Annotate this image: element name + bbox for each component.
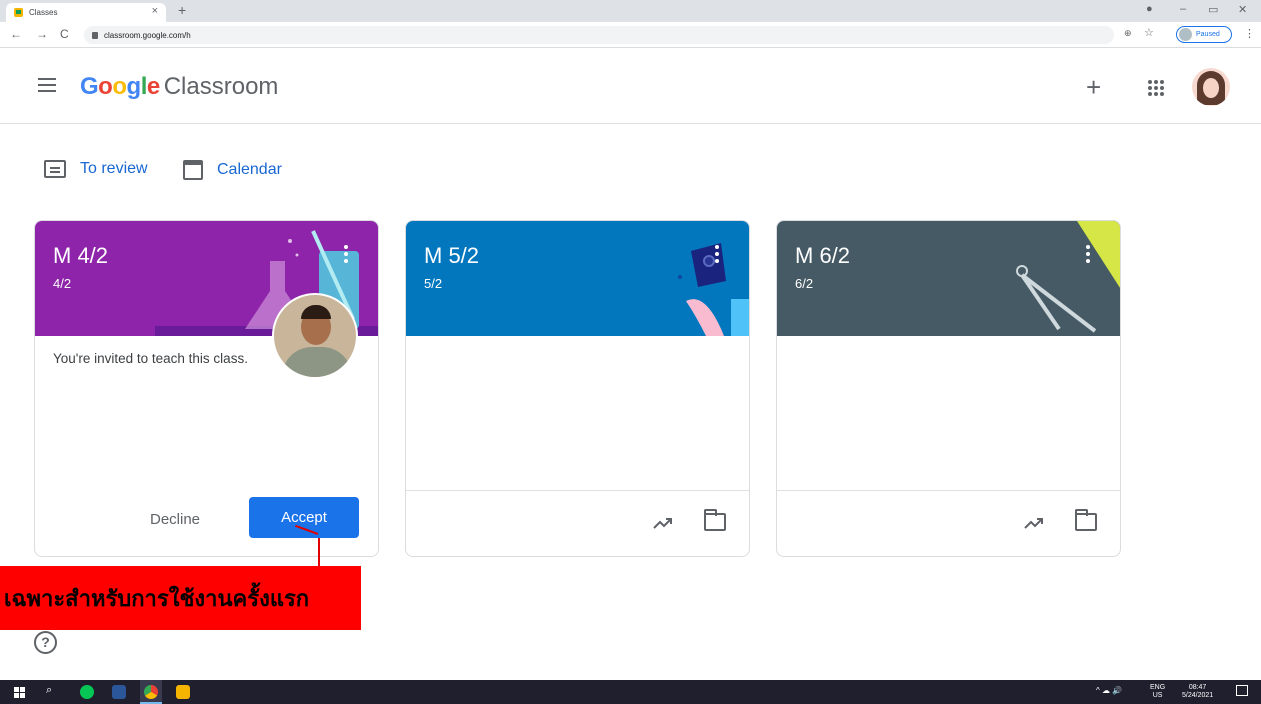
windows-start-icon[interactable]: [14, 687, 25, 698]
logo-letter: g: [126, 73, 142, 100]
new-tab-icon[interactable]: +: [178, 2, 186, 18]
class-card-m4-2: M 4/2 4/2 You're invited to teach this c…: [34, 220, 379, 557]
clock-time: 08:47: [1188, 684, 1207, 691]
classroom-favicon-icon: [14, 8, 23, 17]
system-tray-icons[interactable]: ^ ☁ 🔊: [1096, 687, 1122, 695]
windows-taskbar: ⌕ ^ ☁ 🔊 ENG US 08:47 5/24/2021: [0, 680, 1261, 704]
language-code: ENG: [1150, 684, 1166, 691]
url-text: classroom.google.com/h: [104, 30, 191, 40]
class-section: 5/2: [424, 276, 443, 291]
line-app-icon[interactable]: [80, 685, 94, 699]
hamburger-menu-icon[interactable]: [38, 78, 56, 92]
tab-close-icon[interactable]: ×: [152, 5, 158, 17]
browser-toolbar: ← → C classroom.google.com/h ⊕ ☆ Paused …: [0, 22, 1261, 48]
record-icon[interactable]: ●: [1146, 3, 1153, 15]
class-card-footer: [777, 490, 1120, 556]
profile-button[interactable]: Paused: [1176, 26, 1232, 43]
class-card-banner[interactable]: M 6/2 6/2: [777, 221, 1120, 336]
calendar-label: Calendar: [217, 161, 282, 178]
search-icon[interactable]: ⌕: [46, 684, 52, 697]
minimize-button[interactable]: –: [1180, 3, 1186, 15]
teacher-avatar: [272, 293, 358, 379]
trending-up-icon[interactable]: [1022, 511, 1046, 535]
browser-tab-bar: Classes × + ● – ▭ ✕: [0, 0, 1261, 22]
more-options-icon[interactable]: [715, 245, 719, 266]
class-card-footer: [406, 490, 749, 556]
keyboard-layout: US: [1152, 692, 1163, 699]
accept-button[interactable]: Accept: [249, 497, 359, 538]
help-icon[interactable]: ?: [34, 631, 57, 654]
logo-letter: e: [146, 73, 160, 100]
browser-tab[interactable]: Classes ×: [6, 3, 166, 22]
google-apps-icon[interactable]: [1148, 80, 1164, 96]
google-classroom-logo[interactable]: Google Classroom: [80, 73, 278, 101]
back-icon[interactable]: ←: [10, 27, 22, 41]
to-review-link[interactable]: To review: [44, 160, 148, 178]
annotation-label: เฉพาะสำหรับการใช้งานครั้งแรก: [0, 566, 361, 630]
chrome-app-icon[interactable]: [144, 685, 158, 699]
profile-avatar-icon: [1179, 28, 1192, 41]
zoom-icon[interactable]: ⊕: [1124, 28, 1132, 39]
annotation-text: เฉพาะสำหรับการใช้งานครั้งแรก: [4, 586, 310, 612]
language-indicator[interactable]: ENG US: [1150, 684, 1165, 700]
logo-letter: G: [80, 73, 99, 100]
reload-icon[interactable]: C: [60, 27, 69, 41]
logo-letter: o: [112, 73, 127, 100]
geometry-banner-illustration: [1016, 221, 1120, 333]
trending-up-icon[interactable]: [651, 511, 675, 535]
folder-icon[interactable]: [704, 509, 726, 531]
screen: Classes × + ● – ▭ ✕ ← → C classroom.goog…: [0, 0, 1261, 704]
user-avatar[interactable]: [1192, 68, 1230, 106]
more-options-icon[interactable]: [1086, 245, 1090, 266]
invitation-text: You're invited to teach this class.: [53, 351, 248, 366]
to-review-label: To review: [80, 160, 148, 177]
browser-menu-icon[interactable]: ⋮: [1244, 27, 1255, 40]
more-options-icon[interactable]: [344, 245, 348, 266]
clock[interactable]: 08:47 5/24/2021: [1182, 684, 1213, 700]
logo-letter: o: [98, 73, 113, 100]
review-list-icon: [44, 160, 66, 178]
classroom-wordmark: Classroom: [163, 73, 279, 100]
annotation-pointer-line: [318, 538, 320, 568]
decline-button[interactable]: Decline: [150, 501, 200, 537]
class-section: 4/2: [53, 276, 72, 291]
create-join-class-icon[interactable]: +: [1086, 74, 1101, 100]
tab-title: Classes: [29, 8, 58, 17]
class-title[interactable]: M 4/2: [53, 243, 108, 269]
class-title[interactable]: M 6/2: [795, 243, 850, 269]
notifications-icon[interactable]: [1236, 685, 1248, 696]
clock-date: 5/24/2021: [1182, 692, 1214, 699]
google-wordmark: Google: [80, 73, 160, 101]
lock-icon: [92, 31, 98, 39]
class-section: 6/2: [795, 276, 814, 291]
star-icon[interactable]: ☆: [1144, 26, 1154, 39]
forward-icon[interactable]: →: [36, 27, 48, 41]
folder-icon[interactable]: [1075, 509, 1097, 531]
calendar-icon: [183, 160, 203, 180]
calendar-link[interactable]: Calendar: [183, 160, 282, 180]
file-explorer-icon[interactable]: [176, 685, 190, 699]
word-app-icon[interactable]: [112, 685, 126, 699]
profile-status: Paused: [1196, 31, 1220, 38]
class-title[interactable]: M 5/2: [424, 243, 479, 269]
app-header: Google Classroom +: [0, 48, 1261, 124]
class-card-m6-2: M 6/2 6/2: [776, 220, 1121, 557]
class-card-banner[interactable]: M 5/2 5/2: [406, 221, 749, 336]
restore-button[interactable]: ▭: [1208, 3, 1218, 16]
close-window-button[interactable]: ✕: [1238, 3, 1247, 16]
robot-banner-illustration: [678, 243, 749, 336]
address-bar[interactable]: classroom.google.com/h: [84, 26, 1114, 44]
class-card-m5-2: M 5/2 5/2: [405, 220, 750, 557]
